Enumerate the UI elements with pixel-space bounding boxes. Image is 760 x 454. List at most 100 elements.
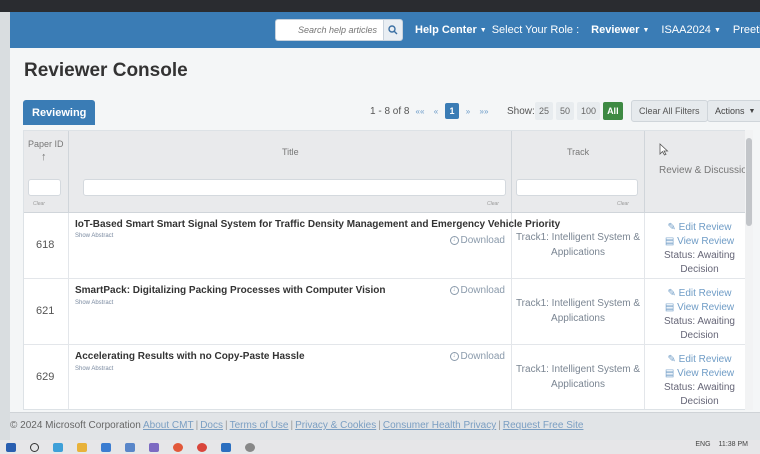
role-label: Reviewer (591, 24, 640, 36)
top-navbar: Help Center ▼ Select Your Role : Reviewe… (10, 12, 760, 48)
track-line-2: Applications (551, 313, 605, 324)
clear-all-filters-button[interactable]: Clear All Filters (631, 100, 708, 122)
download-link[interactable]: ↓ Download (449, 285, 505, 296)
page-size-50[interactable]: 50 (556, 102, 575, 120)
col-review[interactable]: Review & Discussion (645, 131, 752, 213)
help-search (275, 19, 403, 41)
track-header: Track (567, 147, 590, 157)
footer-link-about[interactable]: About CMT (143, 420, 194, 431)
document-icon: ▤ (664, 236, 675, 247)
actions-button[interactable]: Actions ▼ (707, 100, 760, 122)
show-label: Show: (507, 106, 535, 117)
clock[interactable]: 11:38 PM (719, 441, 748, 448)
download-icon: ↓ (449, 352, 459, 361)
show-abstract-link[interactable]: Show Abstract (75, 233, 113, 239)
browser-icon[interactable] (173, 442, 183, 452)
conference-menu[interactable]: ISAA2024 ▼ (661, 24, 720, 36)
title-filter[interactable] (83, 179, 506, 196)
table-row: 618 IoT-Based Smart Smart Signal System … (24, 213, 752, 279)
track-filter[interactable] (516, 179, 638, 196)
chrome-icon[interactable] (197, 442, 207, 452)
app-icon[interactable] (221, 442, 231, 452)
edit-review-link[interactable]: ✎ Edit Review (645, 221, 752, 235)
first-page-button[interactable]: «« (413, 103, 427, 119)
edit-review-link[interactable]: ✎ Edit Review (645, 287, 752, 301)
view-review-label: View Review (677, 236, 735, 247)
user-menu[interactable]: Preeti Patil ▼ (733, 24, 760, 36)
search-icon[interactable] (30, 442, 39, 452)
clear-title-filter[interactable]: Clear (487, 201, 499, 207)
app-icon[interactable] (245, 442, 255, 452)
show-abstract-link[interactable]: Show Abstract (75, 300, 113, 306)
review-actions: ✎ Edit Review ▤ View Review Status: Awai… (645, 287, 752, 343)
page-size-all[interactable]: All (603, 102, 623, 120)
footer-link-request-site[interactable]: Request Free Site (503, 420, 584, 431)
download-link[interactable]: ↓ Download (449, 235, 505, 246)
footer-link-docs[interactable]: Docs (200, 420, 223, 431)
current-page-button[interactable]: 1 (445, 103, 459, 119)
language-indicator[interactable]: ENG (695, 441, 710, 448)
col-track[interactable]: Track Clear (512, 131, 645, 213)
help-center-menu[interactable]: Help Center ▼ (415, 24, 487, 36)
view-review-link[interactable]: ▤ View Review (645, 301, 752, 315)
store-icon[interactable] (101, 442, 111, 452)
col-title[interactable]: Title Clear (69, 131, 512, 213)
edit-review-label: Edit Review (678, 354, 732, 365)
review-status: Status: Awaiting Decision (664, 316, 735, 341)
edit-review-link[interactable]: ✎ Edit Review (645, 353, 752, 367)
view-review-link[interactable]: ▤ View Review (645, 235, 752, 249)
folder-icon[interactable] (77, 442, 87, 452)
download-link[interactable]: ↓ Download (449, 351, 505, 362)
table-scrollbar[interactable] (745, 130, 753, 410)
clear-track-filter[interactable]: Clear (617, 201, 629, 207)
screen-bezel (0, 0, 760, 12)
edit-icon: ✎ (667, 288, 676, 299)
scrollbar-thumb[interactable] (746, 138, 752, 226)
col-paper-id[interactable]: Paper ID ↑ Clear (24, 131, 69, 213)
page-size-25[interactable]: 25 (535, 102, 554, 120)
select-role-label: Select Your Role : (491, 24, 580, 36)
role-menu[interactable]: Reviewer ▼ (591, 24, 649, 36)
user-name: Preeti Patil (732, 24, 760, 36)
review-actions: ✎ Edit Review ▤ View Review Status: Awai… (645, 221, 752, 277)
download-label: Download (460, 285, 505, 296)
show-abstract-link[interactable]: Show Abstract (75, 366, 113, 372)
last-page-button[interactable]: »» (477, 103, 491, 119)
windows-start-icon[interactable] (6, 442, 16, 452)
help-search-input[interactable] (275, 19, 383, 41)
paper-title: IoT-Based Smart Smart Signal System for … (75, 219, 561, 230)
page-size-100[interactable]: 100 (577, 102, 601, 120)
footer-link-health-privacy[interactable]: Consumer Health Privacy (383, 420, 496, 431)
clear-paper-id-filter[interactable]: Clear (33, 201, 45, 207)
search-icon[interactable] (383, 19, 403, 41)
copyright-text: © 2024 Microsoft Corporation (10, 420, 141, 431)
document-icon: ▤ (664, 368, 675, 379)
edit-review-label: Edit Review (678, 288, 732, 299)
track-line-1: Track1: Intelligent System & (515, 364, 641, 375)
table-row: 621 SmartPack: Digitalizing Packing Proc… (24, 279, 752, 345)
footer-link-privacy[interactable]: Privacy & Cookies (295, 420, 376, 431)
footer-link-terms[interactable]: Terms of Use (230, 420, 289, 431)
chevron-down-icon: ▼ (713, 26, 721, 34)
tab-reviewing[interactable]: Reviewing (23, 100, 96, 125)
app-icon[interactable] (149, 442, 159, 452)
next-page-button[interactable]: » (461, 103, 475, 119)
track-line-1: Track1: Intelligent System & (515, 232, 641, 243)
track-line-1: Track1: Intelligent System & (515, 298, 641, 309)
table-row: 629 Accelerating Results with no Copy-Pa… (24, 345, 752, 409)
browser-viewport: Help Center ▼ Select Your Role : Reviewe… (10, 12, 760, 442)
prev-page-button[interactable]: « (429, 103, 443, 119)
mouse-cursor-icon (659, 143, 669, 156)
app-icon[interactable] (125, 442, 135, 452)
app-icon[interactable] (53, 442, 63, 452)
download-label: Download (460, 351, 505, 362)
download-icon: ↓ (449, 236, 459, 245)
view-review-link[interactable]: ▤ View Review (645, 367, 752, 381)
console-toolbar: Reviewing 1 - 8 of 8 «« « 1 » »» Show: 2… (10, 100, 760, 130)
pagination: «« « 1 » »» (413, 103, 491, 119)
track-line-2: Applications (551, 247, 605, 258)
edit-icon: ✎ (667, 222, 676, 233)
download-label: Download (460, 235, 505, 246)
track-line-2: Applications (551, 379, 605, 390)
paper-id-filter[interactable] (28, 179, 61, 196)
